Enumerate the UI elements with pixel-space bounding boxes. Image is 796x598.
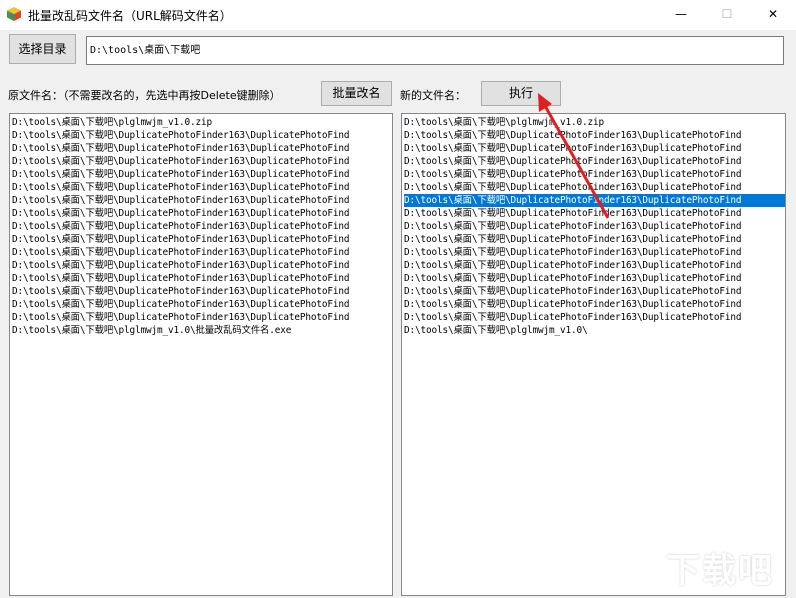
list-item[interactable]: D:\tools\桌面\下载吧\DuplicatePhotoFinder163\… [404, 220, 785, 233]
list-item[interactable]: D:\tools\桌面\下载吧\plglmwjm_v1.0.zip [12, 116, 392, 129]
list-item[interactable]: D:\tools\桌面\下载吧\DuplicatePhotoFinder163\… [12, 311, 392, 324]
close-icon[interactable]: ✕ [750, 0, 796, 30]
list-item[interactable]: D:\tools\桌面\下载吧\DuplicatePhotoFinder163\… [12, 155, 392, 168]
list-item[interactable]: D:\tools\桌面\下载吧\plglmwjm_v1.0\ [404, 324, 785, 337]
title-bar: 批量改乱码文件名（URL解码文件名） — ☐ ✕ [0, 0, 796, 30]
list-item[interactable]: D:\tools\桌面\下载吧\DuplicatePhotoFinder163\… [404, 285, 785, 298]
list-item[interactable]: D:\tools\桌面\下载吧\DuplicatePhotoFinder163\… [404, 181, 785, 194]
minimize-icon[interactable]: — [658, 0, 704, 30]
list-item[interactable]: D:\tools\桌面\下载吧\DuplicatePhotoFinder163\… [12, 259, 392, 272]
directory-path-input[interactable]: D:\tools\桌面\下载吧 [86, 36, 784, 65]
list-item[interactable]: D:\tools\桌面\下载吧\DuplicatePhotoFinder163\… [12, 298, 392, 311]
new-filename-list[interactable]: D:\tools\桌面\下载吧\plglmwjm_v1.0.zip D:\tool… [401, 113, 786, 596]
original-filename-label: 原文件名：（不需要改名的，先选中再按Delete键删除） [8, 89, 281, 102]
list-item[interactable]: D:\tools\桌面\下载吧\DuplicatePhotoFinder163\… [404, 194, 785, 207]
list-item[interactable]: D:\tools\桌面\下载吧\DuplicatePhotoFinder163\… [404, 272, 785, 285]
list-item[interactable]: D:\tools\桌面\下载吧\DuplicatePhotoFinder163\… [12, 285, 392, 298]
list-item[interactable]: D:\tools\桌面\下载吧\DuplicatePhotoFinder163\… [404, 233, 785, 246]
list-item[interactable]: D:\tools\桌面\下载吧\DuplicatePhotoFinder163\… [404, 207, 785, 220]
list-item[interactable]: D:\tools\桌面\下载吧\DuplicatePhotoFinder163\… [12, 246, 392, 259]
list-item[interactable]: D:\tools\桌面\下载吧\plglmwjm_v1.0\批量改乱码文件名.e… [12, 324, 392, 337]
list-item[interactable]: D:\tools\桌面\下载吧\DuplicatePhotoFinder163\… [12, 181, 392, 194]
list-item[interactable]: D:\tools\桌面\下载吧\DuplicatePhotoFinder163\… [12, 272, 392, 285]
list-item[interactable]: D:\tools\桌面\下载吧\DuplicatePhotoFinder163\… [404, 259, 785, 272]
list-item[interactable]: D:\tools\桌面\下载吧\DuplicatePhotoFinder163\… [404, 311, 785, 324]
new-filename-label: 新的文件名： [400, 89, 466, 102]
list-item[interactable]: D:\tools\桌面\下载吧\DuplicatePhotoFinder163\… [12, 168, 392, 181]
execute-button[interactable]: 执行 [481, 81, 561, 106]
choose-directory-button[interactable]: 选择目录 [9, 34, 76, 64]
list-item[interactable]: D:\tools\桌面\下载吧\DuplicatePhotoFinder163\… [12, 142, 392, 155]
list-item[interactable]: D:\tools\桌面\下载吧\DuplicatePhotoFinder163\… [404, 246, 785, 259]
window-title: 批量改乱码文件名（URL解码文件名） [28, 9, 232, 23]
list-item[interactable]: D:\tools\桌面\下载吧\DuplicatePhotoFinder163\… [404, 168, 785, 181]
batch-rename-button[interactable]: 批量改名 [321, 81, 392, 106]
list-item[interactable]: D:\tools\桌面\下载吧\DuplicatePhotoFinder163\… [12, 233, 392, 246]
app-window: 批量改乱码文件名（URL解码文件名） — ☐ ✕ 选择目录 D:\tools\桌… [0, 0, 796, 598]
watermark-logo: 下载吧 [666, 551, 774, 591]
list-item[interactable]: D:\tools\桌面\下载吧\DuplicatePhotoFinder163\… [12, 129, 392, 142]
maximize-icon[interactable]: ☐ [704, 0, 750, 30]
list-item[interactable]: D:\tools\桌面\下载吧\DuplicatePhotoFinder163\… [12, 194, 392, 207]
list-item[interactable]: D:\tools\桌面\下载吧\DuplicatePhotoFinder163\… [12, 207, 392, 220]
list-item[interactable]: D:\tools\桌面\下载吧\DuplicatePhotoFinder163\… [12, 220, 392, 233]
list-item[interactable]: D:\tools\桌面\下载吧\DuplicatePhotoFinder163\… [404, 129, 785, 142]
list-item[interactable]: D:\tools\桌面\下载吧\DuplicatePhotoFinder163\… [404, 298, 785, 311]
list-item[interactable]: D:\tools\桌面\下载吧\DuplicatePhotoFinder163\… [404, 155, 785, 168]
app-cube-icon [7, 7, 21, 21]
list-item[interactable]: D:\tools\桌面\下载吧\plglmwjm_v1.0.zip [404, 116, 785, 129]
list-item[interactable]: D:\tools\桌面\下载吧\DuplicatePhotoFinder163\… [404, 142, 785, 155]
original-filename-list[interactable]: D:\tools\桌面\下载吧\plglmwjm_v1.0.zip D:\tool… [9, 113, 393, 596]
